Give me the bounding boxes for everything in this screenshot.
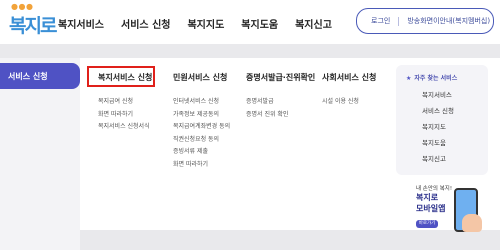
promo-go-button[interactable]: 바로가기	[416, 220, 438, 228]
logo-text: 복지로	[9, 15, 57, 37]
menu-column-certificate: 증명서발급·진위확인 증명서발급 증명서 진위 확인	[246, 72, 315, 121]
menu-link[interactable]: 화면 따라하기	[98, 109, 152, 122]
menu-heading[interactable]: 사회서비스 신청	[322, 72, 376, 83]
promo-small-text: 내 손안의 복지!	[416, 186, 453, 192]
often-link[interactable]: 복지도움	[422, 135, 454, 151]
menu-column-civil-apply: 민원서비스 신청 인터넷서비스 신청 가족정보 제공동의 복지급여계좌변경 동의…	[173, 72, 230, 171]
menu-heading[interactable]: 민원서비스 신청	[173, 72, 230, 83]
star-icon: ★	[406, 75, 412, 82]
util-divider	[398, 16, 400, 26]
login-link[interactable]: 로그인	[371, 16, 390, 26]
mobile-app-promo[interactable]: 내 손안의 복지! 복지로 모바일앱 바로가기	[396, 178, 488, 238]
menu-link[interactable]: 복지급여 신청	[98, 96, 152, 109]
often-used-box: ★ 자주 찾는 서비스 복지서비스 서비스 신청 복지지도 복지도움 복지신고	[396, 65, 488, 175]
nav-item-welfare-help[interactable]: 복지도움	[241, 16, 278, 31]
often-link[interactable]: 서비스 신청	[422, 103, 454, 119]
menu-link[interactable]: 시설 이용 신청	[322, 96, 376, 109]
site-logo[interactable]: ● ● ● 복지로	[9, 2, 57, 42]
often-link[interactable]: 복지지도	[422, 119, 454, 135]
menu-link[interactable]: 증빙서류 제출	[173, 146, 230, 159]
sidebar-item-service-apply[interactable]: 서비스 신청	[0, 63, 80, 89]
nav-item-welfare-report[interactable]: 복지신고	[295, 16, 332, 31]
menu-link[interactable]: 증명서 진위 확인	[246, 109, 315, 122]
menu-link[interactable]: 화면 따라하기	[173, 159, 230, 172]
highlight-box	[87, 66, 155, 87]
logo-dots-icon: ● ● ●	[11, 2, 33, 11]
util-box: 로그인 방송화면이안내(복지멤버십)	[356, 8, 494, 34]
promo-title-line1: 복지로	[416, 193, 439, 202]
often-link[interactable]: 복지신고	[422, 151, 454, 167]
menu-heading[interactable]: 증명서발급·진위확인	[246, 72, 315, 83]
site-header: ● ● ● 복지로 복지서비스 서비스 신청 복지지도 복지도움 복지신고 로그…	[0, 0, 500, 44]
menu-link[interactable]: 복지서비스 신청서식	[98, 121, 152, 134]
often-used-title: ★ 자주 찾는 서비스	[406, 75, 458, 82]
guide-link[interactable]: 방송화면이안내(복지멤버십)	[407, 16, 490, 26]
menu-link[interactable]: 증명서발급	[246, 96, 315, 109]
hand-icon	[462, 214, 482, 232]
nav-item-welfare-map[interactable]: 복지지도	[187, 16, 224, 31]
menu-link[interactable]: 가족정보 제공동의	[173, 109, 230, 122]
nav-item-welfare-service[interactable]: 복지서비스	[58, 16, 104, 31]
often-link[interactable]: 복지서비스	[422, 87, 454, 103]
menu-link[interactable]: 직권신청요청 동의	[173, 134, 230, 147]
menu-column-social-service: 사회서비스 신청 시설 이용 신청	[322, 72, 376, 109]
menu-link[interactable]: 인터넷서비스 신청	[173, 96, 230, 109]
menu-link[interactable]: 복지급여계좌변경 동의	[173, 121, 230, 134]
promo-title-line2: 모바일앱	[416, 204, 446, 213]
main-nav: 복지서비스 서비스 신청 복지지도 복지도움 복지신고	[58, 16, 349, 31]
nav-item-service-apply[interactable]: 서비스 신청	[121, 16, 170, 31]
